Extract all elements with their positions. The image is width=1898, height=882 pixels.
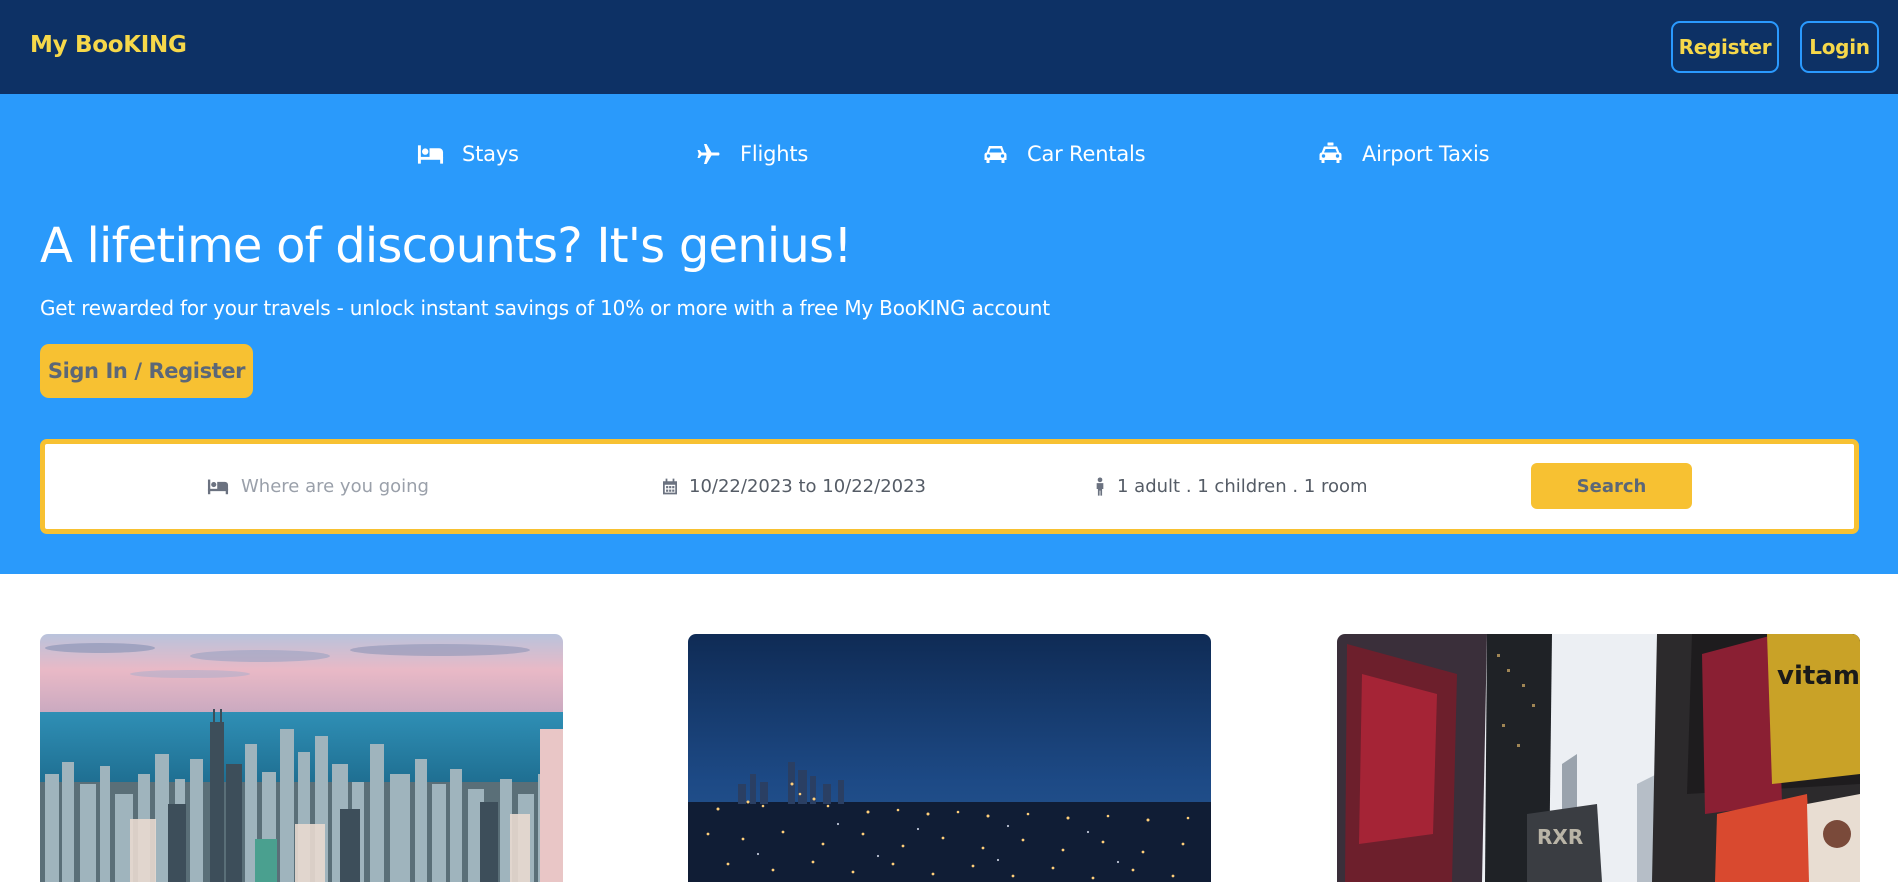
- destination-input[interactable]: [241, 476, 601, 497]
- login-button[interactable]: Login: [1800, 21, 1879, 73]
- tab-label: Stays: [462, 142, 519, 166]
- search-bar: 10/22/2023 to 10/22/2023 1 adult . 1 chi…: [40, 439, 1859, 534]
- register-button[interactable]: Register: [1671, 21, 1779, 73]
- taxi-icon: [1319, 142, 1342, 163]
- featured-card-times-square[interactable]: RXR vitamin: [1337, 634, 1860, 882]
- category-tabs: Stays Flights Car Rentals Airport Taxis: [0, 94, 1898, 204]
- hero-subtitle: Get rewarded for your travels - unlock i…: [40, 296, 1050, 320]
- calendar-icon: [663, 478, 677, 495]
- sign-in-register-button[interactable]: Sign In / Register: [40, 344, 253, 398]
- guests-text: 1 adult . 1 children . 1 room: [1117, 476, 1368, 497]
- times-square-image: RXR vitamin: [1337, 634, 1860, 882]
- date-range-text: 10/22/2023 to 10/22/2023: [689, 476, 927, 497]
- destination-field[interactable]: [207, 444, 627, 529]
- featured-card-city-night[interactable]: [688, 634, 1211, 882]
- tab-flights[interactable]: Flights: [695, 136, 808, 172]
- tab-car-rentals[interactable]: Car Rentals: [982, 136, 1146, 172]
- hero-title: A lifetime of discounts? It's genius!: [40, 218, 852, 274]
- tab-label: Flights: [740, 142, 809, 166]
- guests-field[interactable]: 1 adult . 1 children . 1 room: [1095, 444, 1395, 529]
- svg-text:RXR: RXR: [1537, 825, 1583, 849]
- svg-text:vitamin: vitamin: [1777, 661, 1860, 691]
- logo[interactable]: My BooKING: [30, 32, 187, 58]
- tab-airport-taxis[interactable]: Airport Taxis: [1317, 136, 1490, 172]
- date-range-field[interactable]: 10/22/2023 to 10/22/2023: [663, 444, 1023, 529]
- top-navbar: My BooKING Register Login: [0, 0, 1898, 94]
- plane-icon: [697, 144, 720, 164]
- person-icon: [1096, 477, 1104, 496]
- search-button[interactable]: Search: [1531, 463, 1692, 509]
- bed-icon: [207, 479, 229, 495]
- city-skyline-image: [40, 634, 563, 882]
- bed-icon: [417, 145, 444, 164]
- hero-section: Stays Flights Car Rentals Airport Taxis …: [0, 94, 1898, 574]
- featured-card-city-skyline[interactable]: [40, 634, 563, 882]
- city-night-image: [688, 634, 1211, 882]
- tab-label: Car Rentals: [1027, 142, 1146, 166]
- car-icon: [984, 146, 1007, 163]
- tab-stays[interactable]: Stays: [417, 136, 519, 172]
- tab-label: Airport Taxis: [1362, 142, 1490, 166]
